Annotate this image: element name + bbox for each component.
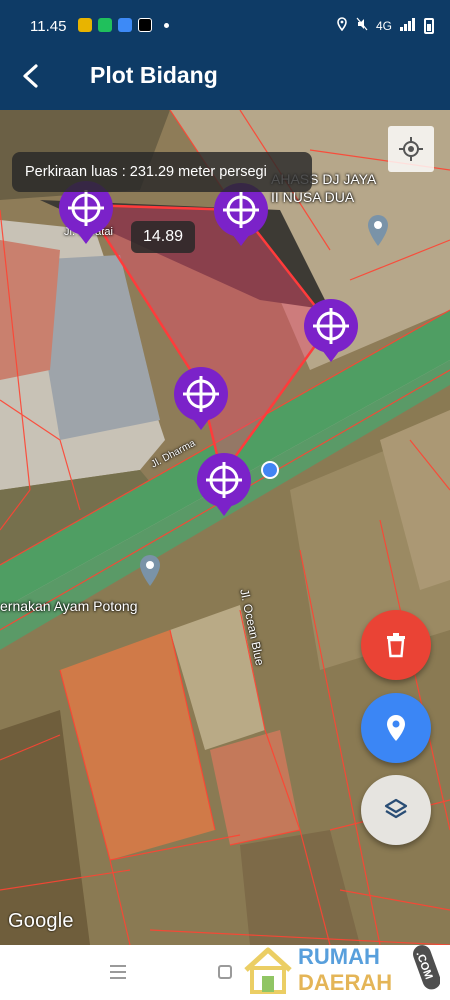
home-button[interactable] [218, 965, 232, 979]
layers-button[interactable] [361, 775, 431, 845]
app-notification-icon [78, 18, 92, 32]
google-attribution: Google [8, 910, 74, 932]
tiktok-icon [138, 18, 152, 32]
svg-text:DAERAH: DAERAH [298, 970, 392, 995]
vertex-pin-icon[interactable] [172, 366, 230, 432]
page-title: Plot Bidang [90, 62, 218, 88]
app-notification-icon [98, 18, 112, 32]
place-marker-icon[interactable] [366, 214, 390, 248]
recent-apps-button[interactable] [110, 965, 126, 979]
rumah-daerah-watermark: RUMAH DAERAH .COM [244, 944, 440, 995]
status-bar: 11.45 4G [0, 0, 450, 44]
edge-length-label: 14.89 [131, 221, 195, 253]
mute-icon [356, 17, 368, 34]
map-view[interactable]: AHASS DJ JAYA II NUSA DUA ernakan Ayam P… [0, 110, 450, 945]
layers-icon [384, 798, 408, 819]
app-bar: Plot Bidang [0, 44, 450, 110]
network-type: 4G [375, 18, 392, 33]
battery-icon [424, 17, 434, 34]
area-estimate-label: Perkiraan luas : 231.29 meter persegi [12, 152, 312, 192]
status-indicators: 4G [336, 17, 434, 34]
delete-button[interactable] [361, 610, 431, 680]
location-pin-icon [387, 715, 405, 741]
add-point-button[interactable] [361, 693, 431, 763]
vertex-pin-icon[interactable] [302, 298, 360, 364]
app-notification-icon [118, 18, 132, 32]
svg-text:RUMAH: RUMAH [298, 944, 380, 969]
more-dot-icon [164, 22, 169, 28]
trash-icon [387, 633, 405, 658]
back-button[interactable] [12, 58, 48, 94]
signal-icon [400, 17, 416, 34]
notification-icons [78, 18, 169, 32]
status-time: 11.45 [30, 18, 67, 35]
location-status-icon [336, 17, 348, 34]
my-location-button[interactable] [388, 126, 434, 172]
arrow-back-icon [23, 64, 38, 88]
place-label: ernakan Ayam Potong [0, 598, 138, 614]
crosshair-icon [399, 137, 423, 161]
vertex-pin-icon[interactable] [195, 452, 253, 518]
place-marker-icon[interactable] [138, 554, 162, 588]
